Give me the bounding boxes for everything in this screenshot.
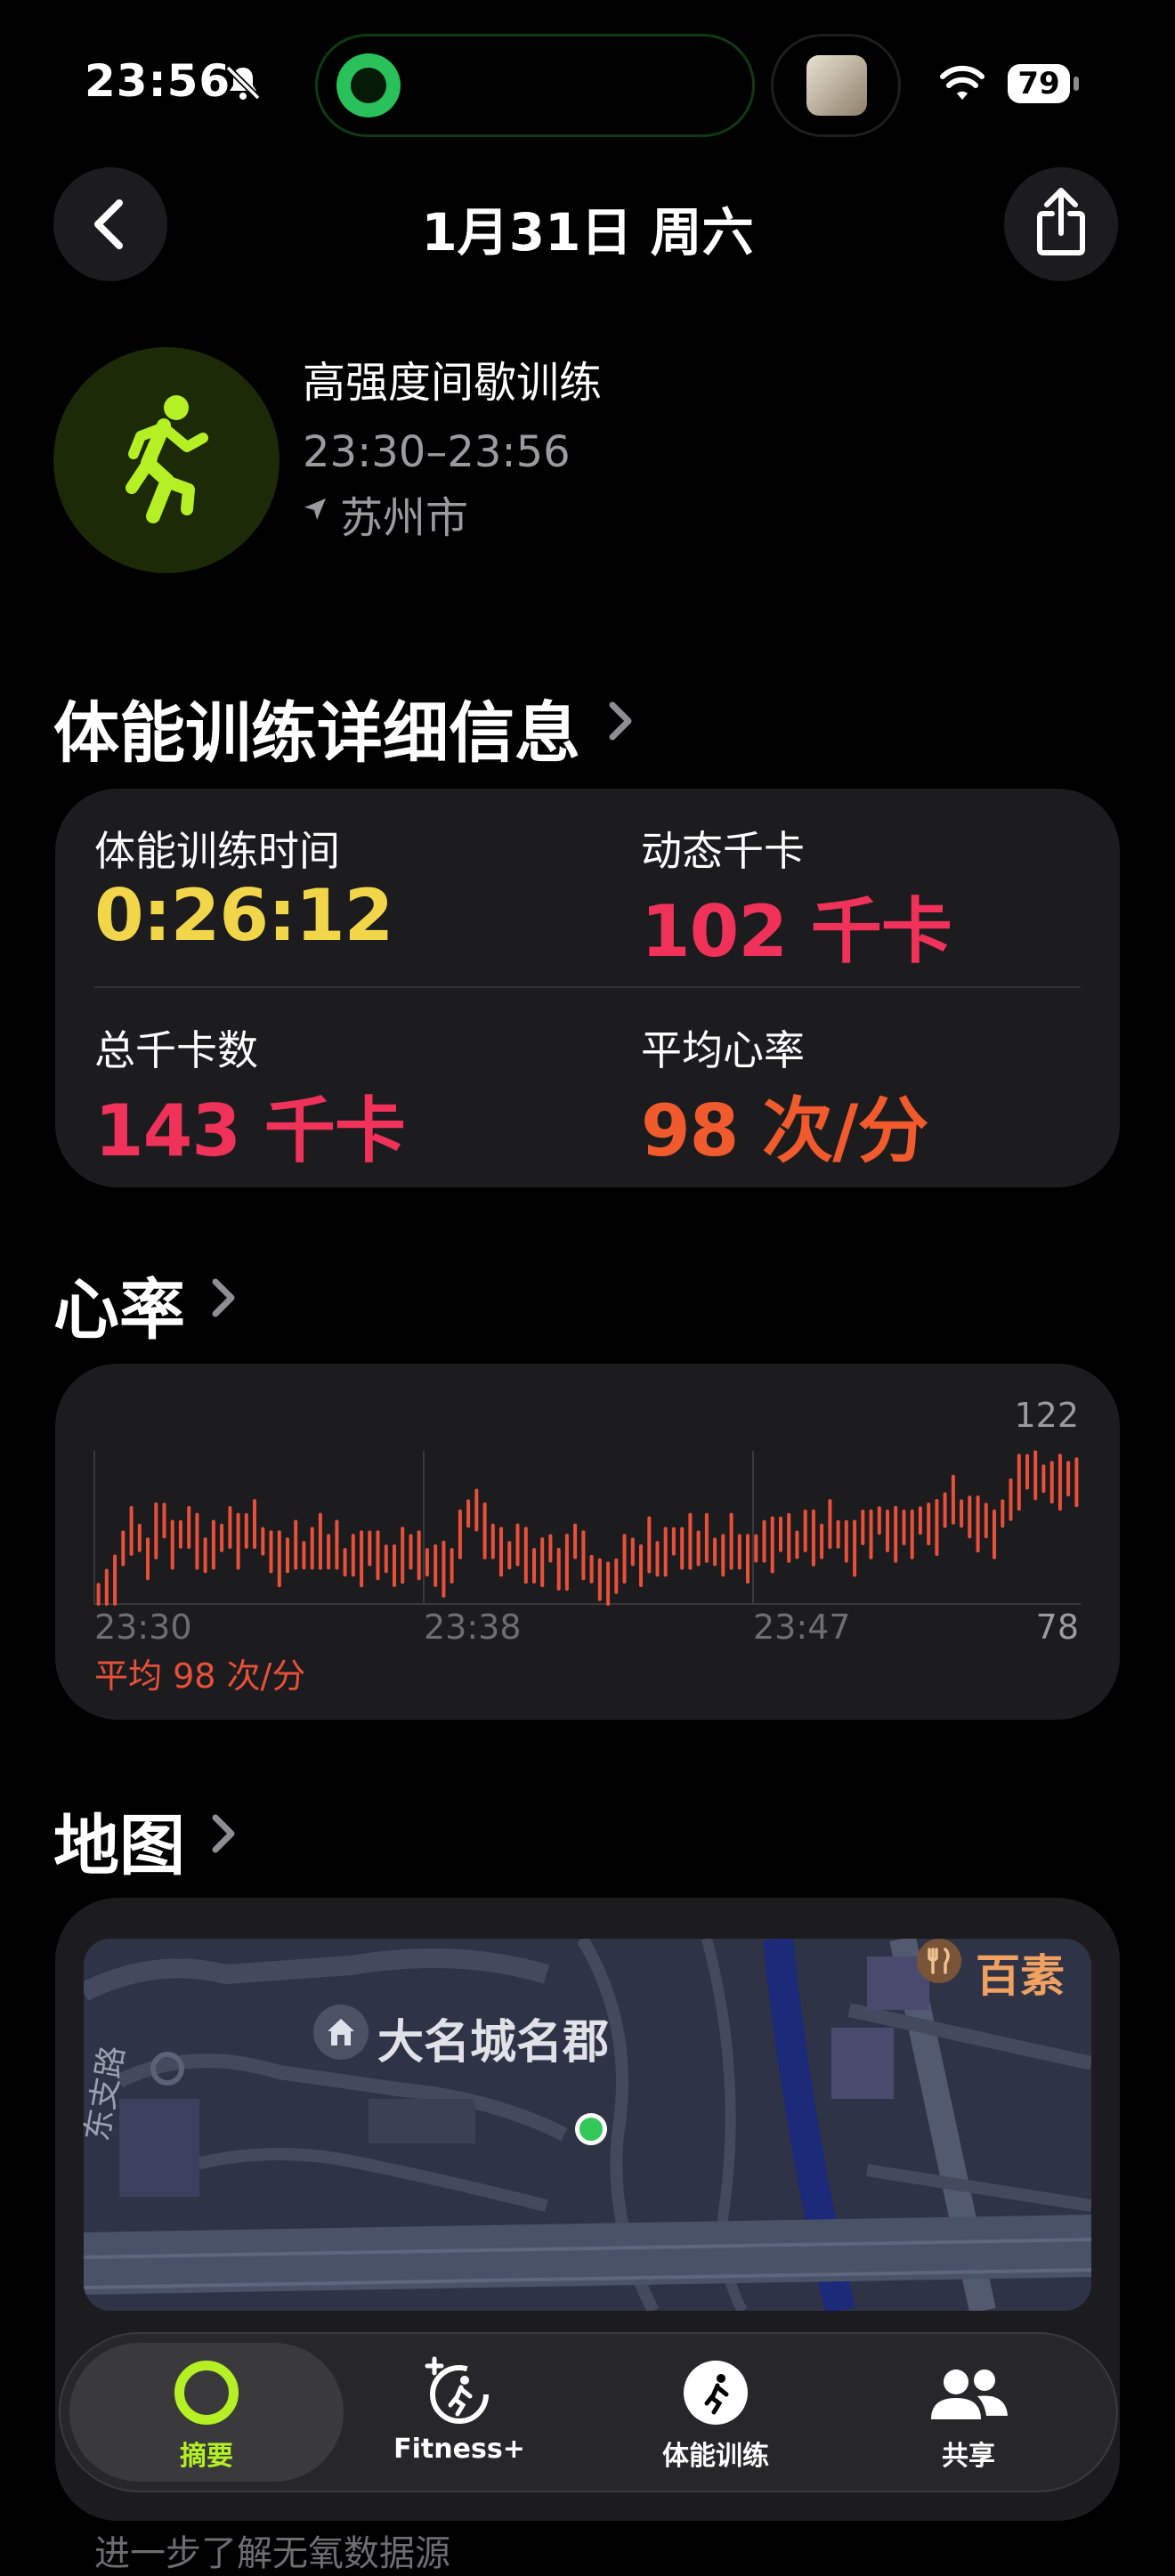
hr-x-label: 23:47: [753, 1608, 851, 1647]
route-start-marker: [575, 2113, 607, 2145]
building-icon: [313, 2005, 369, 2060]
fitness-plus-icon[interactable]: [422, 2353, 497, 2428]
chevron-right-icon[interactable]: [210, 1812, 237, 1855]
tab-summary[interactable]: 摘要: [100, 2434, 313, 2473]
workout-tab-icon[interactable]: [684, 2361, 748, 2425]
hr-x-label: 23:30: [94, 1608, 192, 1647]
hr-min-label: 78: [1035, 1608, 1079, 1647]
hr-average-label: 平均 98 次/分: [94, 1657, 306, 1696]
heart-rate-chart: [93, 1450, 1081, 1606]
tab-fitness-plus[interactable]: Fitness+: [352, 2434, 566, 2465]
restaurant-icon: [917, 1939, 961, 1983]
hr-x-label: 23:38: [424, 1608, 522, 1647]
map-section-title[interactable]: 地图: [53, 1793, 185, 1888]
tab-sharing[interactable]: 共享: [862, 2434, 1075, 2473]
sharing-people-icon[interactable]: [926, 2362, 1011, 2426]
hr-max-label: 122: [1014, 1396, 1079, 1435]
map-label-poi[interactable]: 大名城名郡: [377, 2005, 609, 2071]
map-label-restaurant[interactable]: 百素: [976, 1940, 1065, 2005]
footer-link[interactable]: 进一步了解无氧数据源: [94, 2524, 450, 2576]
summary-ring-icon[interactable]: [174, 2361, 239, 2425]
tab-workouts[interactable]: 体能训练: [609, 2434, 822, 2473]
